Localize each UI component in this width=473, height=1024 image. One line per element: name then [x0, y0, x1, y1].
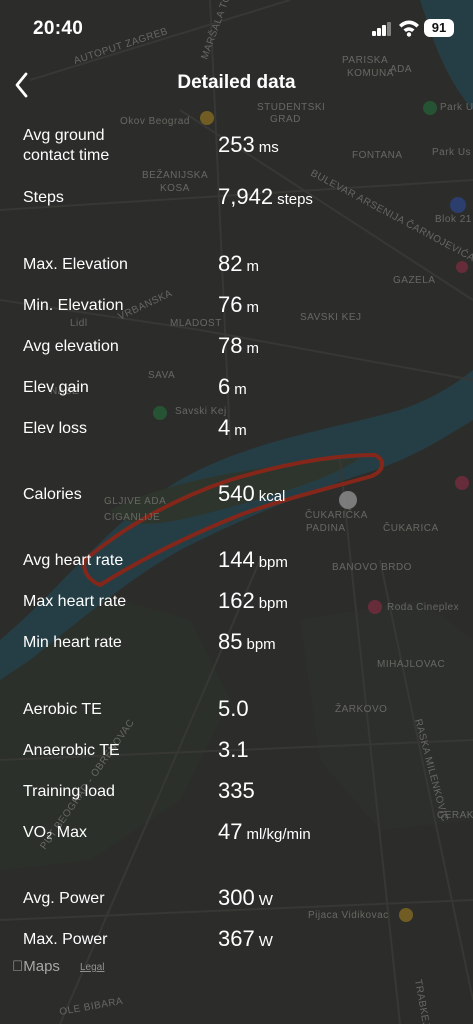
metric-unit: ms [258, 139, 279, 156]
page-title: Detailed data [177, 72, 296, 93]
metric-row-elev-gain: Elev gain 6 m [0, 374, 473, 412]
metric-label: Min heart rate [23, 634, 122, 651]
metric-label: Avg elevation [23, 338, 119, 355]
metric-unit: ml/kg/min [246, 826, 311, 843]
nav-bar: Detailed data [0, 62, 473, 106]
metric-label: Avg heart rate [23, 552, 124, 569]
metric-row-avg-power: Avg. Power 300 W [0, 885, 473, 923]
metric-row-max-heart-rate: Max heart rate 162 bpm [0, 588, 473, 626]
metric-value: 162 bpm [218, 588, 288, 614]
metric-number: 78 [218, 333, 243, 358]
metric-label: VO₂ Max [23, 824, 87, 841]
metric-row-steps: Steps 7,942 steps [0, 184, 473, 222]
metric-label: Steps [23, 189, 64, 206]
metric-value: 540 kcal [218, 481, 285, 507]
metric-unit: m [246, 340, 259, 357]
metric-label: Calories [23, 486, 82, 503]
metric-label: Max heart rate [23, 593, 127, 610]
metric-number: 47 [218, 819, 243, 844]
metric-value: 144 bpm [218, 547, 288, 573]
metric-number: 300 [218, 885, 255, 910]
metric-unit: m [234, 381, 247, 398]
metric-label: Anaerobic TE [23, 742, 120, 759]
metric-row-aerobic-te: Aerobic TE 5.0 [0, 696, 473, 734]
status-time: 20:40 [33, 18, 84, 39]
metric-label: Elev loss [23, 420, 88, 437]
metric-value: 85 bpm [218, 629, 276, 655]
metric-label: Aerobic TE [23, 701, 102, 718]
legal-link[interactable]: Legal [80, 962, 104, 973]
metric-number: 253 [218, 132, 255, 157]
metric-row-max-power: Max. Power 367 W [0, 926, 473, 964]
battery-icon: 91 [424, 19, 454, 37]
metric-unit: kcal [258, 488, 286, 505]
metric-label: Max. Power [23, 931, 108, 948]
cellular-signal-icon [372, 22, 392, 36]
metric-value: 300 W [218, 885, 273, 911]
metric-number: 144 [218, 547, 255, 572]
metric-row-anaerobic-te: Anaerobic TE 3.1 [0, 737, 473, 775]
metric-value: 82 m [218, 251, 259, 277]
status-bar: 20:40 91 [0, 0, 473, 56]
metric-row-max-elevation: Max. Elevation 82 m [0, 251, 473, 289]
metric-number: 335 [218, 778, 255, 803]
metric-number: 7,942 [218, 184, 274, 209]
apple-maps-attribution: Maps [12, 958, 60, 975]
metric-value: 4m [218, 415, 247, 441]
metric-unit: m [246, 258, 259, 275]
metric-row-training-load: Training load 335 [0, 778, 473, 816]
metric-value: 367 W [218, 926, 273, 952]
metric-number: 540 [218, 481, 255, 506]
metric-label: Elev gain [23, 379, 89, 396]
metric-unit: m [246, 299, 259, 316]
metric-unit: steps [277, 191, 313, 208]
metric-row-vo2-max: VO₂ Max 47 ml/kg/min [0, 819, 473, 857]
metric-value: 78 m [218, 333, 259, 359]
metric-number: 162 [218, 588, 255, 613]
metric-value: 5.0 [218, 696, 249, 722]
metric-row-min-elevation: Min. Elevation 76 m [0, 292, 473, 330]
metric-number: 5.0 [218, 696, 249, 721]
metric-number: 6 [218, 374, 231, 399]
metric-label: Max. Elevation [23, 256, 128, 273]
metric-value: 6m [218, 374, 247, 400]
metric-row-avg-elevation: Avg elevation 78 m [0, 333, 473, 371]
metric-unit: bpm [258, 554, 288, 571]
metric-value: 47 ml/kg/min [218, 819, 311, 845]
metric-number: 367 [218, 926, 255, 951]
metric-label: Training load [23, 783, 115, 800]
wifi-icon [399, 20, 419, 37]
metric-number: 3.1 [218, 737, 249, 762]
metric-value: 335 [218, 778, 255, 804]
metric-number: 4 [218, 415, 231, 440]
metric-unit: m [234, 422, 247, 439]
metric-row-elev-loss: Elev loss 4 m [0, 415, 473, 453]
metric-label: Avg. Power [23, 890, 105, 907]
metric-unit: bpm [258, 595, 288, 612]
metric-row-min-heart-rate: Min heart rate 85 bpm [0, 629, 473, 667]
metric-row-avg-ground-contact-time: Avg ground contact time 253 ms [0, 127, 473, 164]
metric-value: 253 ms [218, 132, 279, 158]
metric-label: Min. Elevation [23, 297, 124, 314]
metric-unit: bpm [246, 636, 276, 653]
metric-row-calories: Calories 540 kcal [0, 481, 473, 519]
metric-value: 7,942 steps [218, 184, 313, 210]
metric-number: 82 [218, 251, 243, 276]
metric-number: 76 [218, 292, 243, 317]
metric-unit: W [258, 892, 273, 909]
metric-label: Avg ground contact time [23, 127, 110, 164]
metric-value: 76 m [218, 292, 259, 318]
metric-number: 85 [218, 629, 243, 654]
metric-value: 3.1 [218, 737, 249, 763]
metric-unit: W [258, 933, 273, 950]
metric-row-avg-heart-rate: Avg heart rate 144 bpm [0, 547, 473, 585]
